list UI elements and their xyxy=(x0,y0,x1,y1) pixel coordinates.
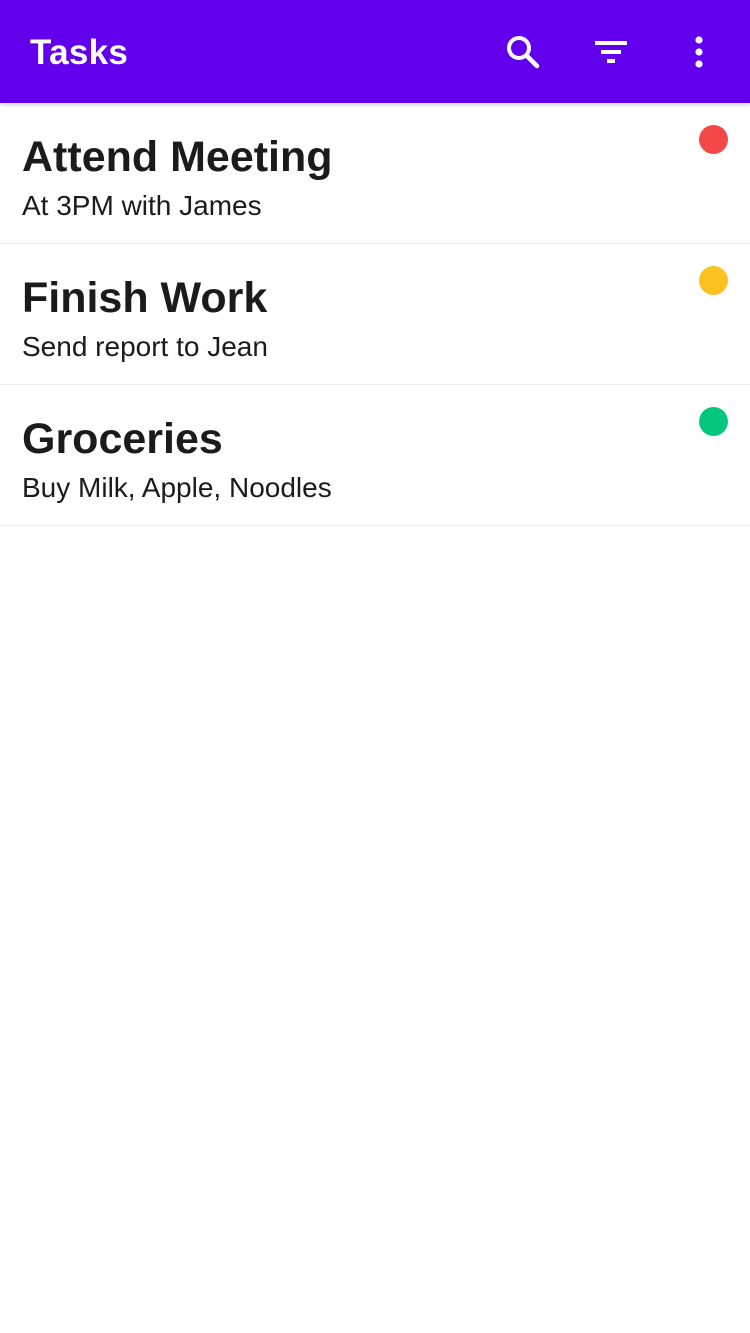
top-app-bar: Tasks xyxy=(0,0,750,103)
task-title: Groceries xyxy=(22,415,223,463)
priority-indicator xyxy=(699,266,728,295)
priority-indicator xyxy=(699,125,728,154)
task-description: Buy Milk, Apple, Noodles xyxy=(22,472,332,503)
task-list: Attend Meeting At 3PM with James Finish … xyxy=(0,103,750,526)
priority-indicator xyxy=(699,407,728,436)
app-title: Tasks xyxy=(30,33,129,72)
task-item[interactable]: Groceries Buy Milk, Apple, Noodles xyxy=(0,385,750,526)
task-title: Finish Work xyxy=(22,274,268,322)
filter-icon xyxy=(595,41,627,63)
task-title: Attend Meeting xyxy=(22,133,333,181)
task-item[interactable]: Attend Meeting At 3PM with James xyxy=(0,103,750,244)
search-button[interactable] xyxy=(498,27,548,77)
task-description: Send report to Jean xyxy=(22,331,268,362)
task-description: At 3PM with James xyxy=(22,190,262,221)
task-item[interactable]: Finish Work Send report to Jean xyxy=(0,244,750,385)
app-screen: Tasks Attend Meeting At 3PM with James F… xyxy=(0,0,750,1333)
filter-button[interactable] xyxy=(586,27,636,77)
more-vert-icon xyxy=(695,36,703,68)
search-icon xyxy=(507,36,540,69)
more-options-button[interactable] xyxy=(674,27,724,77)
